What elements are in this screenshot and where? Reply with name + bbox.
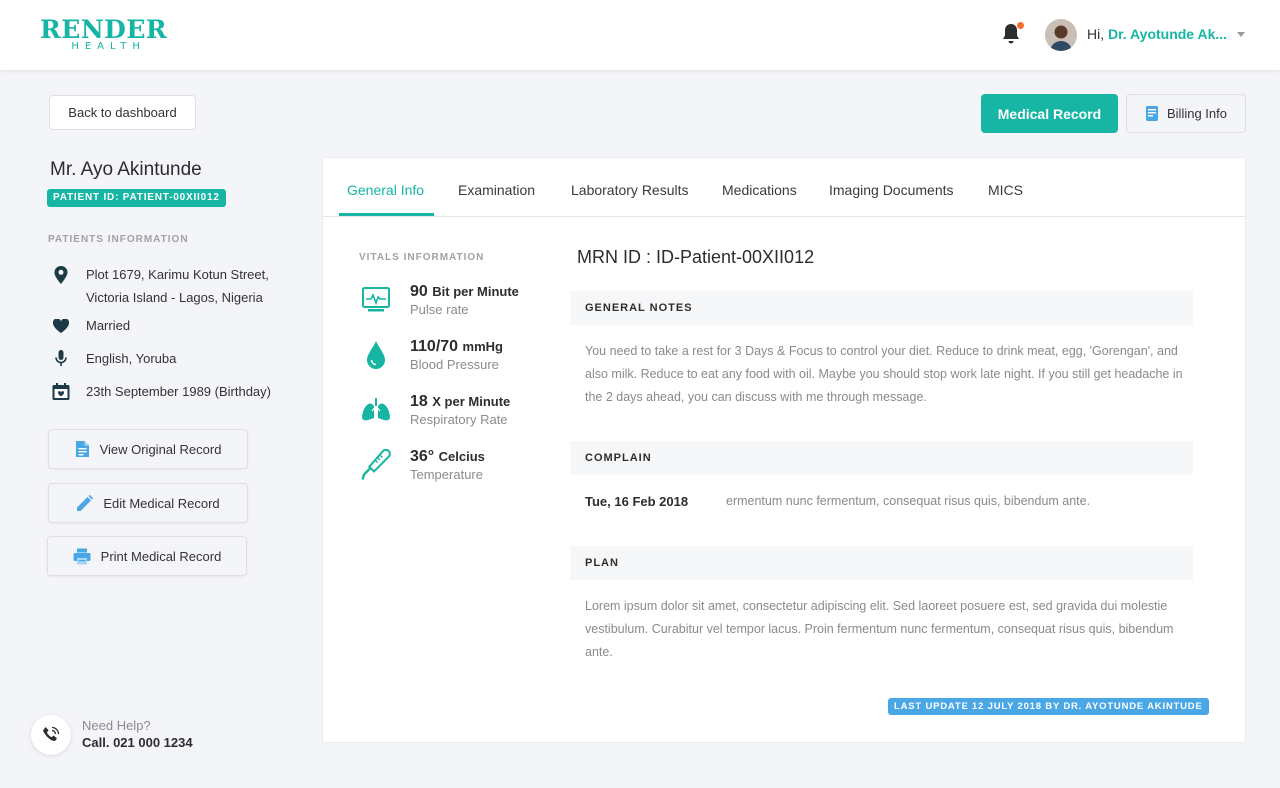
vital-temperature: 36° Celcius Temperature xyxy=(359,448,485,482)
top-bar: RENDER HEALTH Hi, Dr. Ayotunde Ak... xyxy=(0,0,1280,70)
brand-logo[interactable]: RENDER HEALTH xyxy=(40,17,167,52)
plan-header: PLAN xyxy=(570,546,1193,580)
pulse-unit: Bit per Minute xyxy=(432,284,519,299)
view-original-record-label: View Original Record xyxy=(99,441,222,457)
respiratory-unit: X per Minute xyxy=(432,394,511,409)
address-line2: Victoria Island - Lagos, Nigeria xyxy=(86,290,263,305)
vitals-information-label: VITALS INFORMATION xyxy=(359,252,485,263)
vital-pulse-rate: 90 Bit per Minute Pulse rate xyxy=(359,283,519,317)
greeting-text: Hi, xyxy=(1087,26,1105,42)
address-line1: Plot 1679, Karimu Kotun Street, xyxy=(86,267,269,282)
respiratory-value: 18 xyxy=(410,393,428,410)
back-to-dashboard-button[interactable]: Back to dashboard xyxy=(49,95,196,130)
printer-icon xyxy=(73,548,91,564)
temperature-value: 36° xyxy=(410,448,435,465)
respiratory-label: Respiratory Rate xyxy=(410,412,508,427)
phone-help-button[interactable] xyxy=(31,715,71,755)
location-pin-icon xyxy=(50,263,72,286)
active-tab-indicator xyxy=(339,213,434,216)
mrn-id-title: MRN ID : ID-Patient-00XII012 xyxy=(577,247,815,267)
billing-document-icon xyxy=(1146,106,1158,121)
phone-icon xyxy=(43,726,60,741)
patient-birthday: 23th September 1989 (Birthday) xyxy=(50,380,271,403)
record-tabs: General Info Examination Laboratory Resu… xyxy=(323,158,1245,217)
billing-info-label: Billing Info xyxy=(1167,106,1227,121)
edit-medical-record-label: Edit Medical Record xyxy=(103,495,220,511)
plan-text: Lorem ipsum dolor sit amet, consectetur … xyxy=(585,599,1174,659)
patients-information-label: PATIENTS INFORMATION xyxy=(48,234,189,245)
thermometer-icon xyxy=(359,448,393,482)
tab-medications[interactable]: Medications xyxy=(722,182,797,198)
print-medical-record-button[interactable]: Print Medical Record xyxy=(47,536,247,576)
last-update-badge: LAST UPDATE 12 JULY 2018 BY DR. AYOTUNDE… xyxy=(888,698,1209,715)
temperature-unit: Celcius xyxy=(438,449,485,464)
user-greeting[interactable]: Hi, Dr. Ayotunde Ak... xyxy=(1087,26,1229,42)
document-icon xyxy=(75,441,89,457)
pencil-icon xyxy=(77,494,94,511)
vital-respiratory-rate: 18 X per Minute Respiratory Rate xyxy=(359,393,510,427)
avatar[interactable] xyxy=(1045,19,1077,51)
edit-medical-record-button[interactable]: Edit Medical Record xyxy=(48,483,248,523)
medical-record-button[interactable]: Medical Record xyxy=(981,94,1118,133)
patient-marital-status: Married xyxy=(50,314,130,337)
microphone-icon xyxy=(50,347,72,370)
notifications-bell-icon[interactable] xyxy=(1000,22,1024,48)
tab-general-info[interactable]: General Info xyxy=(347,182,424,198)
need-help-text: Need Help? xyxy=(82,718,151,733)
calendar-icon xyxy=(50,380,72,403)
blood-pressure-label: Blood Pressure xyxy=(410,357,499,372)
general-notes-text: You need to take a rest for 3 Days & Foc… xyxy=(585,344,1183,404)
complain-text: ermentum nunc fermentum, consequat risus… xyxy=(726,494,1091,508)
birthday-text: 23th September 1989 (Birthday) xyxy=(86,384,271,399)
lungs-icon xyxy=(359,393,393,427)
tab-mics[interactable]: MICS xyxy=(988,182,1023,198)
general-notes-header: GENERAL NOTES xyxy=(570,291,1193,325)
pulse-label: Pulse rate xyxy=(410,302,469,317)
patient-languages: English, Yoruba xyxy=(50,347,176,370)
patient-address: Plot 1679, Karimu Kotun Street, Victoria… xyxy=(50,263,269,309)
chevron-down-icon[interactable] xyxy=(1237,32,1245,37)
blood-pressure-unit: mmHg xyxy=(462,339,503,354)
patient-id-badge: PATIENT ID: PATIENT-00XII012 xyxy=(47,189,226,207)
tab-imaging-documents[interactable]: Imaging Documents xyxy=(829,182,954,198)
notification-dot xyxy=(1017,22,1024,29)
marital-status-text: Married xyxy=(86,318,131,333)
languages-text: English, Yoruba xyxy=(86,351,177,366)
avatar-image xyxy=(1045,19,1077,51)
vital-blood-pressure: 110/70 mmHg Blood Pressure xyxy=(359,338,503,372)
pulse-monitor-icon xyxy=(359,283,393,317)
blood-drop-icon xyxy=(359,338,393,372)
medical-record-card: General Info Examination Laboratory Resu… xyxy=(322,157,1246,743)
temperature-label: Temperature xyxy=(410,467,483,482)
complain-header: COMPLAIN xyxy=(570,441,1193,475)
print-medical-record-label: Print Medical Record xyxy=(100,548,222,564)
tab-examination[interactable]: Examination xyxy=(458,182,535,198)
patient-name: Mr. Ayo Akintunde xyxy=(50,159,202,180)
billing-info-button[interactable]: Billing Info xyxy=(1126,94,1246,133)
user-name: Dr. Ayotunde Ak... xyxy=(1108,26,1228,42)
heart-icon xyxy=(50,314,72,337)
pulse-value: 90 xyxy=(410,283,428,300)
tab-laboratory-results[interactable]: Laboratory Results xyxy=(571,182,689,198)
view-original-record-button[interactable]: View Original Record xyxy=(48,429,248,469)
help-phone-number[interactable]: Call. 021 000 1234 xyxy=(82,735,193,750)
complain-date: Tue, 16 Feb 2018 xyxy=(585,494,689,509)
blood-pressure-value: 110/70 xyxy=(410,338,459,355)
brand-logo-line1: RENDER xyxy=(40,15,168,44)
